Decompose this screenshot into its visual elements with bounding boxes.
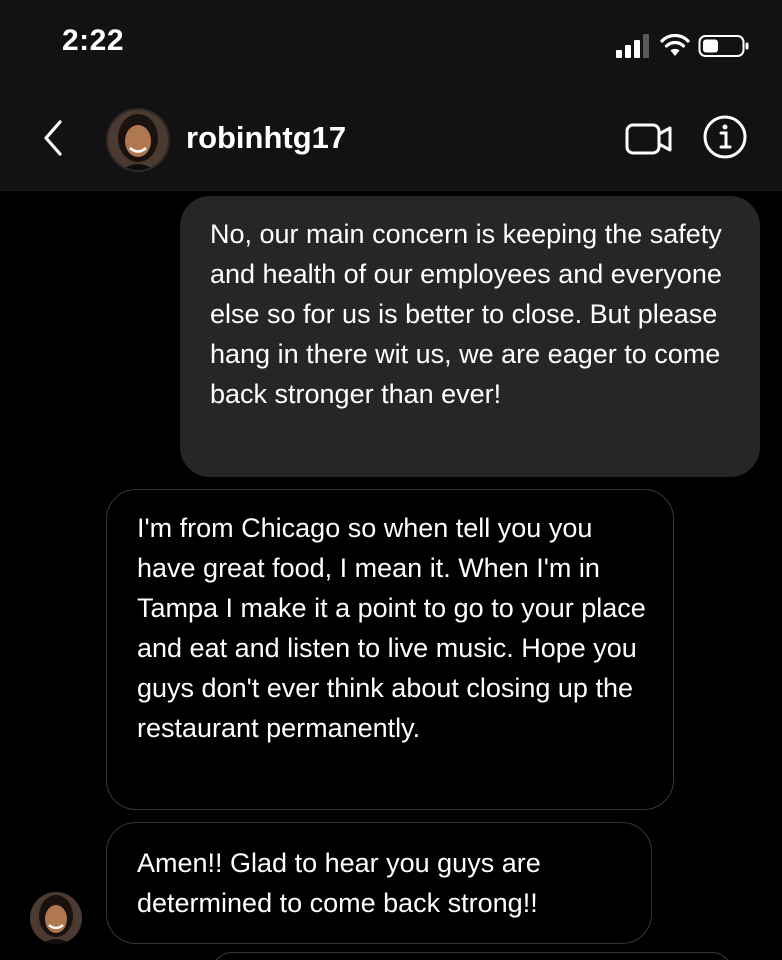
info-icon[interactable] <box>702 114 748 160</box>
chat-username[interactable]: robinhtg17 <box>186 120 346 156</box>
profile-photo-icon <box>108 110 168 170</box>
video-call-icon[interactable] <box>624 117 674 161</box>
message-bubble-outgoing[interactable]: No, our main concern is keeping the safe… <box>180 196 760 477</box>
status-time: 2:22 <box>62 24 125 57</box>
message-bubble-incoming[interactable]: Amen!! Glad to hear you guys are determi… <box>106 822 652 944</box>
message-bubble-incoming[interactable]: I'm from Chicago so when tell you you ha… <box>106 489 674 810</box>
wifi-icon <box>660 33 690 56</box>
dm-thread-screen: 2:22 robinhtg17 No, our main concern is … <box>0 0 782 960</box>
chevron-left-icon[interactable] <box>38 117 68 159</box>
cellular-signal-icon <box>616 34 649 58</box>
top-bar: 2:22 robinhtg17 <box>0 0 782 191</box>
avatar[interactable] <box>106 108 170 172</box>
profile-photo-icon <box>30 892 82 944</box>
sender-avatar[interactable] <box>30 892 82 944</box>
message-bubble-incoming-partial[interactable] <box>212 952 732 960</box>
battery-icon <box>698 35 749 57</box>
